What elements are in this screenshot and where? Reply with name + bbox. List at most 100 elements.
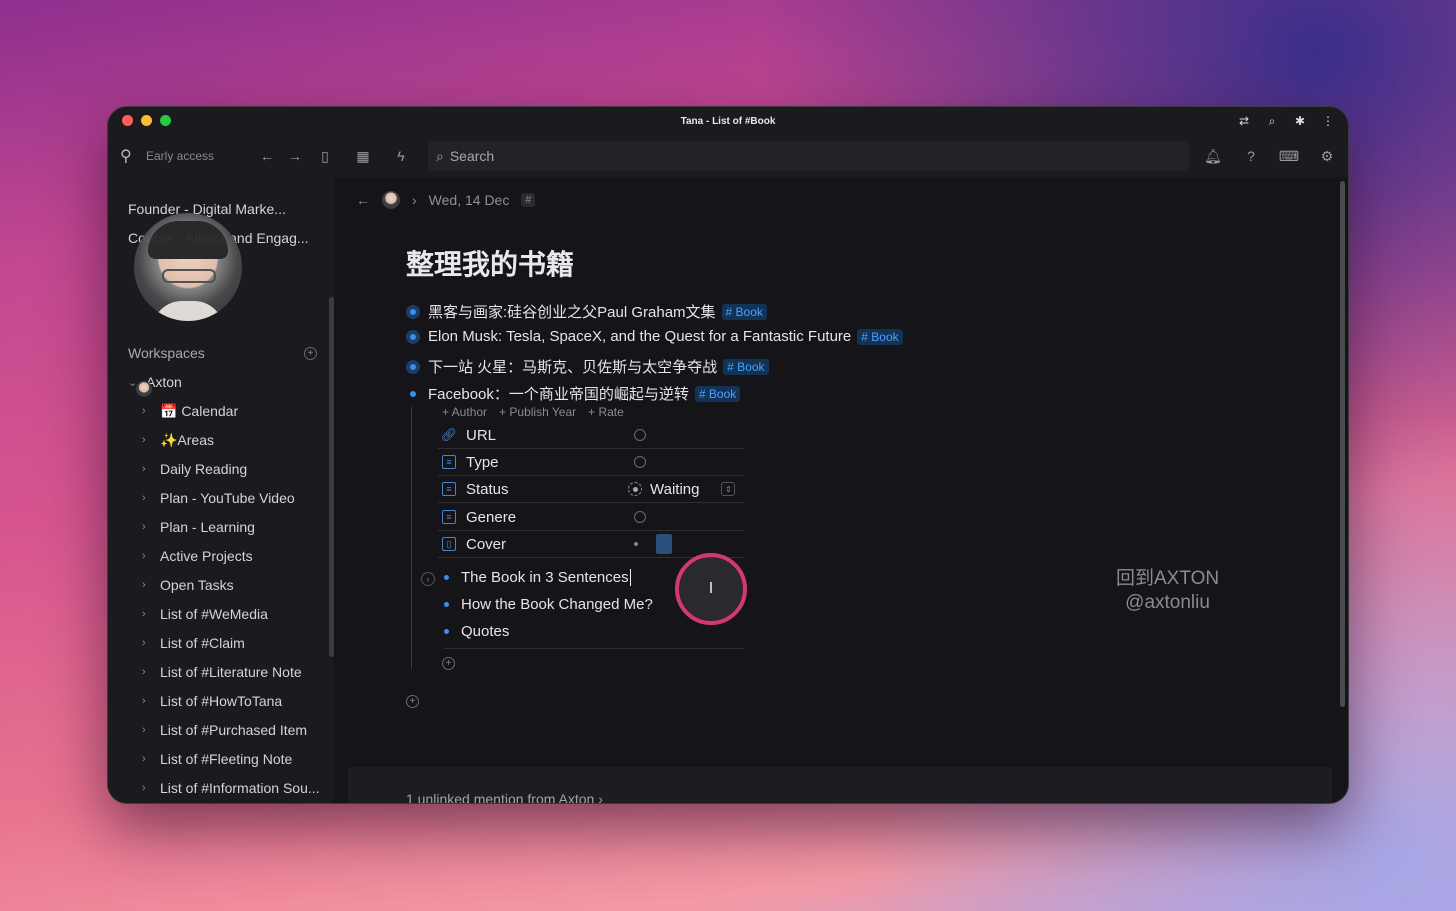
dropdown-toggle-icon[interactable]: ⇕ [721, 482, 736, 496]
unlinked-mentions-footer[interactable]: 1 unlinked mention from Axton › [348, 767, 1332, 803]
add-child-node-icon[interactable]: + [442, 657, 455, 670]
recent-item-1[interactable]: Founder - Digital Marke... [128, 201, 328, 217]
node-bullet[interactable] [444, 575, 449, 580]
field-label[interactable]: Genere [466, 509, 634, 526]
sidebar-toggle-icon[interactable]: ▯ [314, 145, 336, 167]
sidebar-item-wemedia[interactable]: › List of #WeMedia [128, 603, 268, 625]
sidebar-item-calendar[interactable]: › 📅 Calendar [128, 400, 238, 422]
empty-value-icon[interactable] [634, 511, 646, 523]
node-text[interactable]: The Book in 3 Sentences [461, 569, 629, 586]
node-bullet[interactable] [406, 304, 420, 319]
sidebar-item-claim[interactable]: › List of #Claim [128, 632, 245, 654]
book-node[interactable]: 下一站 火星：马斯克、贝佐斯与太空争夺战 # Book [406, 356, 769, 377]
empty-value-icon[interactable] [634, 456, 646, 468]
chevron-right-icon[interactable]: › [142, 463, 160, 475]
sidebar-item-active-projects[interactable]: › Active Projects [128, 545, 253, 567]
workspace-axton[interactable]: ⌄ Axton [128, 371, 182, 397]
search-input[interactable] [449, 148, 1050, 164]
sidebar-item-information-source[interactable]: › List of #Information Sou... [128, 777, 320, 799]
book-tag[interactable]: # Book [694, 385, 741, 402]
lightning-icon[interactable]: ϟ [390, 145, 412, 167]
chevron-right-icon[interactable]: › [142, 608, 160, 620]
zoom-window-button[interactable] [160, 115, 171, 126]
chevron-right-icon[interactable]: › [142, 637, 160, 649]
more-menu-icon[interactable]: ⋮ [1320, 113, 1336, 129]
chevron-right-icon[interactable]: › [142, 753, 160, 765]
sidebar-item-fleeting-note[interactable]: › List of #Fleeting Note [128, 748, 292, 770]
field-label[interactable]: URL [466, 427, 634, 444]
node-text[interactable]: 黑客与画家:硅谷创业之父Paul Graham文集 [428, 301, 716, 322]
node-bullet[interactable] [406, 359, 420, 374]
node-text[interactable]: How the Book Changed Me? [461, 596, 653, 613]
node-text[interactable]: Quotes [461, 623, 509, 640]
field-label[interactable]: Status [466, 481, 628, 498]
chevron-right-icon[interactable]: › [142, 492, 160, 504]
back-arrow-icon[interactable]: ← [256, 145, 278, 167]
bell-icon[interactable]: 🔔︎ [1202, 145, 1224, 167]
close-window-button[interactable] [122, 115, 133, 126]
add-author-button[interactable]: + Author [442, 405, 487, 419]
book-tag[interactable]: # Book [721, 303, 767, 320]
expand-chevron-icon[interactable]: › [421, 572, 435, 586]
translate-icon[interactable]: ⇄ [1236, 113, 1252, 129]
add-publish-year-button[interactable]: + Publish Year [499, 405, 576, 419]
cover-thumbnail[interactable] [656, 534, 672, 554]
book-node-expanded[interactable]: Facebook：一个商业帝国的崛起与逆转 # Book [406, 383, 741, 404]
sidebar-item-howtotana[interactable]: › List of #HowToTana [128, 690, 282, 712]
chevron-right-icon[interactable]: › [142, 579, 160, 591]
zoom-icon[interactable]: ⌕ [1264, 113, 1280, 129]
chevron-right-icon[interactable]: › [142, 405, 160, 417]
node-text[interactable]: 下一站 火星：马斯克、贝佐斯与太空争夺战 [428, 356, 717, 377]
chevron-right-icon[interactable]: › [142, 521, 160, 533]
node-bullet[interactable] [444, 602, 449, 607]
field-label[interactable]: Type [466, 454, 634, 471]
book-node[interactable]: Elon Musk: Tesla, SpaceX, and the Quest … [406, 328, 903, 345]
field-url[interactable]: 🔗︎ URL [438, 422, 744, 449]
field-genere[interactable]: ≡ Genere [438, 504, 744, 531]
chevron-right-icon[interactable]: › [142, 666, 160, 678]
chevron-right-icon[interactable]: › [142, 434, 160, 446]
help-icon[interactable]: ? [1240, 145, 1262, 167]
keyboard-icon[interactable]: ⌨ [1278, 145, 1300, 167]
main-scrollbar[interactable] [1340, 181, 1345, 707]
child-node[interactable]: Quotes [444, 623, 744, 640]
minimize-window-button[interactable] [141, 115, 152, 126]
calendar-icon[interactable]: ▦ [352, 145, 374, 167]
add-node-icon[interactable]: + [406, 695, 419, 708]
unlinked-mentions-link[interactable]: 1 unlinked mention from Axton › [406, 791, 603, 803]
sidebar-item-plan-learning[interactable]: › Plan - Learning [128, 516, 255, 538]
field-status[interactable]: ≡ Status Waiting ⇕ [438, 476, 744, 503]
chevron-right-icon[interactable]: › [142, 695, 160, 707]
book-tag[interactable]: # Book [857, 328, 903, 345]
field-label[interactable]: Cover [466, 536, 634, 553]
sidebar-item-daily-reading[interactable]: › Daily Reading [128, 458, 247, 480]
tana-logo-icon[interactable]: ⚲ [120, 146, 140, 166]
chevron-right-icon[interactable]: › [142, 782, 160, 794]
sidebar-item-plan-youtube[interactable]: › Plan - YouTube Video [128, 487, 295, 509]
node-bullet[interactable] [444, 629, 449, 634]
field-cover[interactable]: ▯ Cover [438, 531, 744, 558]
settings-gear-icon[interactable]: ⚙ [1316, 145, 1338, 167]
search-bar[interactable]: ⌕ [428, 141, 1190, 171]
sidebar-item-purchased-item[interactable]: › List of #Purchased Item [128, 719, 307, 741]
sidebar-item-areas[interactable]: › ✨Areas [128, 429, 214, 451]
add-rate-button[interactable]: + Rate [588, 405, 624, 419]
field-type[interactable]: ≡ Type [438, 449, 744, 476]
node-bullet[interactable] [406, 387, 420, 401]
sidebar-item-literature-note[interactable]: › List of #Literature Note [128, 661, 302, 683]
empty-value-icon[interactable] [634, 429, 646, 441]
page-title[interactable]: 整理我的书籍 [406, 243, 574, 283]
status-value[interactable]: Waiting [650, 481, 699, 498]
sidebar-scrollbar[interactable] [329, 297, 334, 657]
forward-arrow-icon[interactable]: → [284, 145, 306, 167]
sidebar-item-open-tasks[interactable]: › Open Tasks [128, 574, 234, 596]
workspace-avatar-icon[interactable] [382, 191, 400, 209]
back-arrow-icon[interactable]: ← [356, 192, 370, 208]
chevron-right-icon[interactable]: › [142, 550, 160, 562]
node-text[interactable]: Elon Musk: Tesla, SpaceX, and the Quest … [428, 328, 851, 345]
breadcrumb-date[interactable]: Wed, 14 Dec [429, 192, 510, 208]
node-bullet[interactable] [406, 329, 420, 344]
hash-tag-icon[interactable]: # [521, 193, 536, 207]
chevron-right-icon[interactable]: › [142, 724, 160, 736]
book-tag[interactable]: # Book [723, 358, 769, 375]
